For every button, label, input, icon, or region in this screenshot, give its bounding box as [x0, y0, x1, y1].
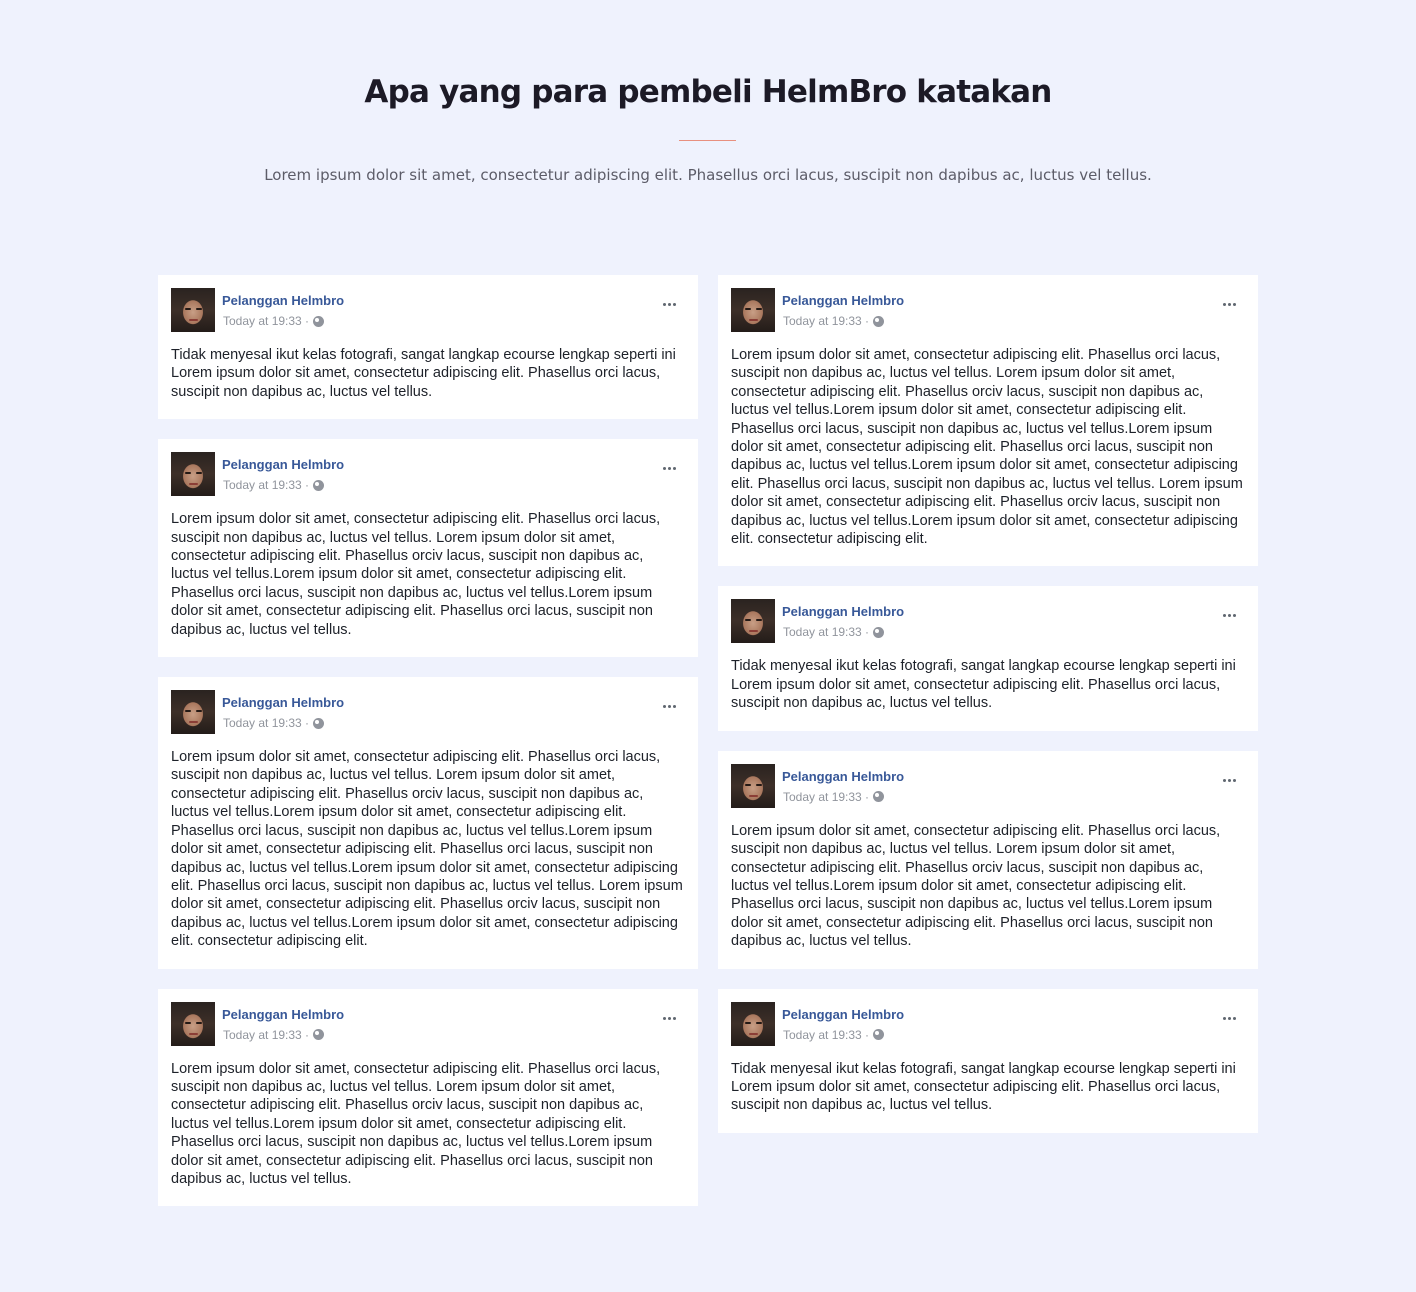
more-options-icon[interactable]: [663, 1016, 676, 1020]
testimonial-card: Pelanggan Helmbro Today at 19:33 · Tidak…: [158, 275, 698, 420]
globe-icon: [873, 315, 885, 327]
avatar[interactable]: [731, 288, 775, 332]
author-name[interactable]: Pelanggan Helmbro: [222, 695, 344, 710]
more-options-icon[interactable]: [663, 303, 676, 306]
globe-icon: [873, 626, 885, 638]
post-text: Tidak menyesal ikut kelas fotografi, san…: [731, 658, 1236, 712]
card-header: Pelanggan Helmbro Today at 19:33 ·: [731, 1001, 1245, 1048]
avatar[interactable]: [171, 452, 215, 497]
avatar[interactable]: [171, 1001, 215, 1046]
card-header: Pelanggan Helmbro Today at 19:33 ·: [171, 288, 685, 334]
testimonial-card: Pelanggan Helmbro Today at 19:33 · Lorem…: [158, 439, 698, 658]
post-text: Tidak menyesal ikut kelas fotografi, san…: [731, 1060, 1236, 1114]
more-options-icon[interactable]: [1223, 1016, 1236, 1020]
testimonial-column-right: Pelanggan Helmbro Today at 19:33 · Lorem…: [718, 275, 1258, 1153]
testimonial-card: Pelanggan Helmbro Today at 19:33 · Tidak…: [718, 988, 1258, 1133]
author-name[interactable]: Pelanggan Helmbro: [782, 1007, 904, 1022]
avatar[interactable]: [731, 599, 775, 644]
author-name[interactable]: Pelanggan Helmbro: [222, 1007, 344, 1022]
testimonial-card: Pelanggan Helmbro Today at 19:33 · Lorem…: [158, 677, 698, 969]
post-text: Tidak menyesal ikut kelas fotografi, san…: [171, 347, 676, 400]
post-text: Lorem ipsum dolor sit amet, consectetur …: [171, 1060, 661, 1187]
globe-icon: [313, 1029, 325, 1041]
post-meta: Today at 19:33 ·: [783, 625, 885, 639]
testimonial-column-left: Pelanggan Helmbro Today at 19:33 · Tidak…: [158, 275, 698, 1226]
card-header: Pelanggan Helmbro Today at 19:33 ·: [171, 1001, 685, 1048]
globe-icon: [873, 791, 885, 803]
post-time[interactable]: Today at 19:33 ·: [783, 625, 869, 639]
card-header: Pelanggan Helmbro Today at 19:33 ·: [731, 599, 1245, 645]
post-meta: Today at 19:33 ·: [223, 1028, 325, 1042]
post-time[interactable]: Today at 19:33 ·: [223, 478, 309, 492]
post-text: Lorem ipsum dolor sit amet, consectetur …: [731, 822, 1221, 950]
post-text: Lorem ipsum dolor sit amet, consectetur …: [171, 749, 683, 950]
avatar[interactable]: [731, 1001, 775, 1046]
author-name[interactable]: Pelanggan Helmbro: [782, 769, 904, 784]
post-meta: Today at 19:33 ·: [783, 314, 885, 328]
more-options-icon[interactable]: [663, 705, 676, 709]
post-time[interactable]: Today at 19:33 ·: [783, 314, 869, 328]
post-meta: Today at 19:33 ·: [223, 716, 325, 730]
post-meta: Today at 19:33 ·: [783, 790, 885, 804]
section-title: Apa yang para pembeli HelmBro katakan: [364, 74, 1052, 110]
globe-icon: [313, 315, 325, 327]
author-name[interactable]: Pelanggan Helmbro: [222, 457, 344, 472]
card-header: Pelanggan Helmbro Today at 19:33 ·: [731, 763, 1245, 810]
title-divider: [679, 140, 736, 141]
card-header: Pelanggan Helmbro Today at 19:33 ·: [171, 690, 685, 736]
testimonial-card: Pelanggan Helmbro Today at 19:33 · Tidak…: [718, 586, 1258, 731]
avatar[interactable]: [731, 763, 775, 808]
post-time[interactable]: Today at 19:33 ·: [223, 716, 309, 730]
globe-icon: [873, 1029, 885, 1041]
post-meta: Today at 19:33 ·: [223, 478, 325, 492]
card-header: Pelanggan Helmbro Today at 19:33 ·: [731, 288, 1245, 334]
avatar[interactable]: [171, 690, 215, 735]
post-text: Lorem ipsum dolor sit amet, consectetur …: [731, 347, 1243, 548]
avatar[interactable]: [171, 288, 215, 332]
author-name[interactable]: Pelanggan Helmbro: [222, 293, 344, 308]
testimonial-card: Pelanggan Helmbro Today at 19:33 · Lorem…: [718, 275, 1258, 567]
post-meta: Today at 19:33 ·: [783, 1028, 885, 1042]
card-header: Pelanggan Helmbro Today at 19:33 ·: [171, 452, 685, 498]
post-time[interactable]: Today at 19:33 ·: [783, 790, 869, 804]
post-text: Lorem ipsum dolor sit amet, consectetur …: [171, 511, 661, 638]
post-time[interactable]: Today at 19:33 ·: [223, 314, 309, 328]
globe-icon: [313, 717, 325, 729]
post-meta: Today at 19:33 ·: [223, 314, 325, 328]
author-name[interactable]: Pelanggan Helmbro: [782, 604, 904, 619]
globe-icon: [313, 479, 325, 491]
author-name[interactable]: Pelanggan Helmbro: [782, 293, 904, 308]
more-options-icon[interactable]: [1223, 778, 1236, 782]
testimonial-card: Pelanggan Helmbro Today at 19:33 · Lorem…: [158, 988, 698, 1207]
more-options-icon[interactable]: [663, 467, 676, 471]
testimonial-card: Pelanggan Helmbro Today at 19:33 · Lorem…: [718, 750, 1258, 969]
more-options-icon[interactable]: [1223, 614, 1236, 618]
post-time[interactable]: Today at 19:33 ·: [783, 1028, 869, 1042]
section-subtitle: Lorem ipsum dolor sit amet, consectetur …: [264, 166, 1152, 184]
more-options-icon[interactable]: [1223, 303, 1236, 306]
post-time[interactable]: Today at 19:33 ·: [223, 1028, 309, 1042]
